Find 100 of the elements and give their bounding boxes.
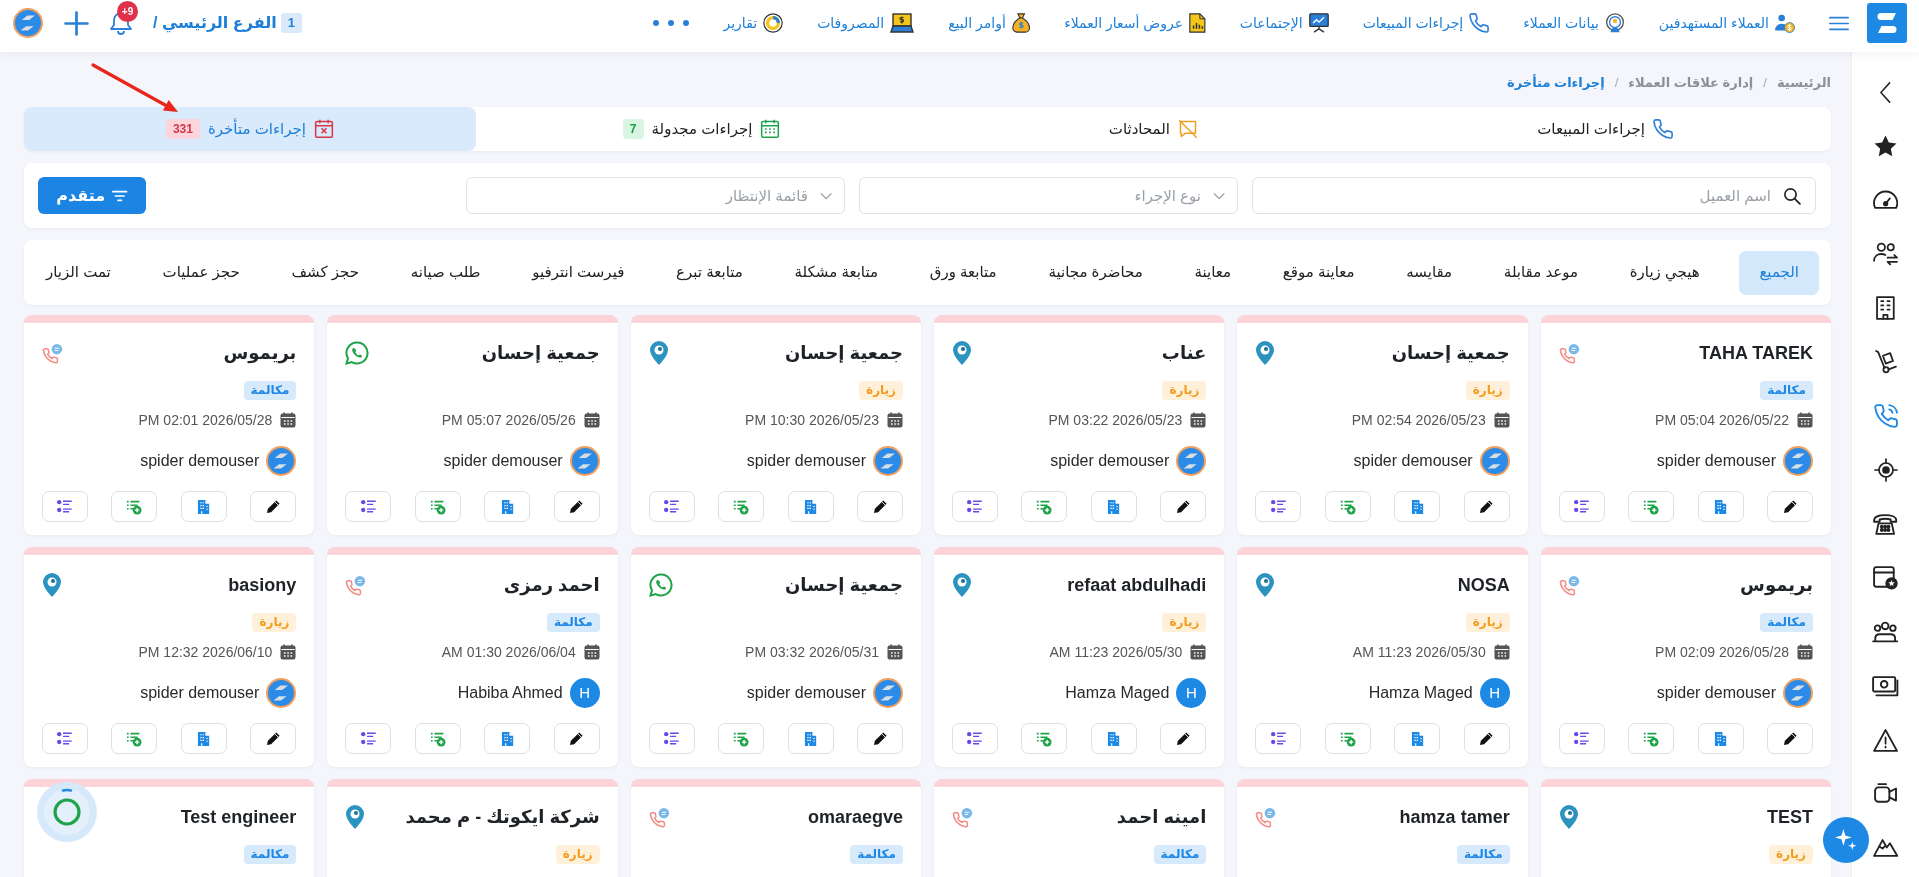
chevron-left-icon[interactable] [1880,81,1891,103]
list-button[interactable] [345,491,392,522]
add-task-button[interactable] [718,723,765,754]
gauge-icon[interactable] [1872,190,1899,210]
company-button[interactable] [1697,723,1744,754]
search-field[interactable]: اسم العميل [1252,177,1816,214]
mountain-icon[interactable] [1872,839,1899,857]
crosshair-icon[interactable] [1873,458,1898,482]
list-button[interactable] [42,723,89,754]
users-swap-icon[interactable] [1873,242,1898,266]
count-badge: 7 [622,119,644,139]
star-icon[interactable] [1874,135,1897,157]
category-chip[interactable]: طلب صيانه [398,250,493,295]
people-icon[interactable] [1872,621,1899,643]
edit-button[interactable] [1463,491,1510,522]
building-icon[interactable] [1876,296,1895,320]
category-chip[interactable]: متابعة ورق [917,250,1009,295]
add-task-button[interactable] [1021,723,1068,754]
telephone-icon[interactable] [1873,513,1898,535]
category-chip[interactable]: حجز كشف [279,250,371,295]
branch-name[interactable]: الفرع الرئيسي / [153,11,277,35]
window-star-icon[interactable] [1872,566,1899,590]
company-button[interactable] [787,723,834,754]
nav-link[interactable]: عروض أسعار العملاء [1064,12,1206,34]
list-button[interactable] [952,723,999,754]
nav-link[interactable]: إجراءات المبيعات [1362,12,1490,34]
add-task-button[interactable] [1324,723,1371,754]
edit-button[interactable] [553,723,600,754]
list-button[interactable] [648,723,695,754]
company-button[interactable] [180,723,227,754]
company-button[interactable] [484,491,531,522]
dropdown-field[interactable]: نوع الإجراء [859,177,1238,214]
add-task-button[interactable] [1021,491,1068,522]
card-title: جمعية إحسان [1391,342,1510,365]
company-button[interactable] [180,491,227,522]
avatar-icon[interactable] [13,8,43,38]
hand-truck-icon[interactable] [1874,350,1897,374]
category-chip[interactable]: متابعة مشكلة [782,250,890,295]
nav-link[interactable]: المصروفات [817,12,915,34]
nav-link[interactable]: العملاء المستهدفين [1658,12,1795,34]
tab[interactable]: المحادثات [927,107,1380,151]
edit-button[interactable] [250,491,297,522]
list-button[interactable] [1255,723,1302,754]
nav-link[interactable]: تقارير [723,12,784,34]
menu-icon[interactable] [1829,15,1849,31]
company-button[interactable] [1090,491,1137,522]
add-task-button[interactable] [111,723,158,754]
edit-button[interactable] [1767,723,1813,754]
edit-button[interactable] [857,723,903,754]
plus-icon[interactable] [64,10,89,36]
more-icon[interactable] [653,20,690,26]
list-button[interactable] [42,491,89,522]
add-task-button[interactable] [718,491,765,522]
list-button[interactable] [1558,491,1605,522]
category-chip[interactable]: حجز عمليات [150,250,252,295]
category-chip[interactable]: معاينة [1182,250,1244,295]
company-button[interactable] [1394,491,1441,522]
category-chip[interactable]: متابعة تبرع [664,250,755,295]
add-task-button[interactable] [414,491,461,522]
category-chip[interactable]: هيجي زيارة [1617,250,1712,295]
edit-button[interactable] [250,723,297,754]
nav-link[interactable]: أوامر البيع [948,12,1031,34]
company-button[interactable] [484,723,531,754]
tab[interactable]: إجراءات المبيعات [1379,107,1831,151]
list-button[interactable] [1558,723,1605,754]
company-button[interactable] [1394,723,1441,754]
company-button[interactable] [1697,491,1744,522]
video-camera-icon[interactable] [1873,783,1898,805]
edit-button[interactable] [1160,491,1207,522]
category-chip[interactable]: تمت الزيار [34,250,123,295]
warning-icon[interactable] [1872,728,1899,752]
category-chip[interactable]: محاضرة مجانية [1036,250,1155,295]
phone-waves-icon[interactable] [1873,404,1898,428]
category-chip[interactable]: مقايسه [1394,250,1465,295]
money-icon[interactable] [1872,675,1899,697]
add-task-button[interactable] [1628,723,1675,754]
add-task-button[interactable] [1324,491,1371,522]
list-button[interactable] [648,491,695,522]
company-button[interactable] [1090,723,1137,754]
edit-button[interactable] [553,491,600,522]
edit-button[interactable] [857,491,903,522]
add-task-button[interactable] [414,723,461,754]
list-button[interactable] [345,723,392,754]
edit-button[interactable] [1160,723,1207,754]
list-button[interactable] [952,491,999,522]
list-button[interactable] [1255,491,1302,522]
category-chip[interactable]: فيرست انترفيو [520,250,637,295]
company-button[interactable] [787,491,834,522]
category-chip[interactable]: موعد مقابلة [1491,250,1590,295]
add-task-button[interactable] [1628,491,1675,522]
edit-button[interactable] [1463,723,1510,754]
list-plus-icon [429,498,446,515]
category-chip[interactable]: معاينة موقع [1270,250,1367,295]
nav-link[interactable]: الإجتماعات [1239,12,1329,34]
nav-link[interactable]: بيانات العملاء [1523,12,1625,34]
logo-icon[interactable] [1867,3,1907,43]
advanced-filter-button[interactable]: متقدم [38,177,146,214]
add-task-button[interactable] [111,491,158,522]
dropdown-field[interactable]: قائمة الإنتظار [466,177,845,214]
edit-button[interactable] [1767,491,1813,522]
